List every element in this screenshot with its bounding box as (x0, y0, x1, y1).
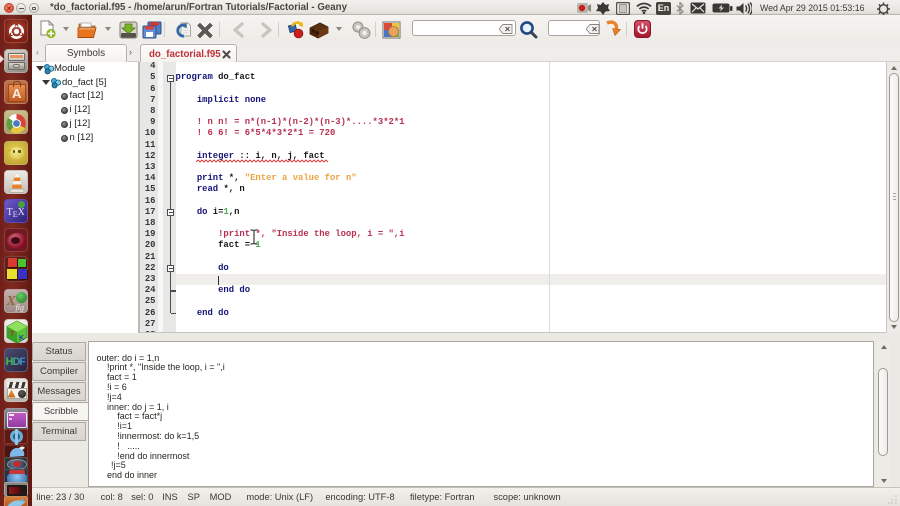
svg-text:K: K (19, 335, 24, 342)
svg-text:T: T (10, 331, 15, 338)
